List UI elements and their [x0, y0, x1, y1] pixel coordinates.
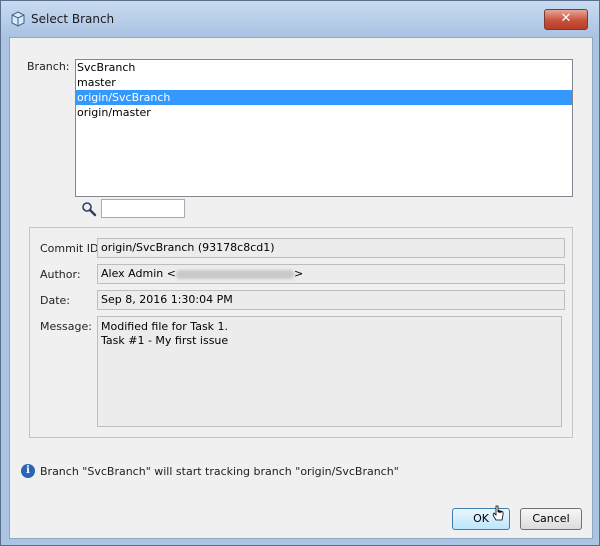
message-line: Modified file for Task 1. [101, 320, 229, 333]
branch-list-item[interactable]: origin/master [76, 105, 572, 120]
author-label: Author: [40, 268, 81, 281]
branch-list-item-selected[interactable]: origin/SvcBranch [76, 90, 572, 105]
message-label: Message: [40, 320, 92, 333]
message-field: Modified file for Task 1. Task #1 - My f… [97, 316, 562, 427]
dialog-body: Branch: SvcBranch master origin/SvcBranc… [9, 37, 593, 539]
redacted-email [175, 269, 294, 279]
info-icon: i [21, 464, 35, 478]
app-cube-icon [11, 11, 25, 27]
author-field: Alex Admin < > [97, 264, 565, 284]
message-line: Task #1 - My first issue [101, 334, 229, 347]
search-icon [82, 202, 97, 217]
date-field: Sep 8, 2016 1:30:04 PM [97, 290, 565, 310]
select-branch-dialog: Select Branch ✕ Branch: SvcBranch master… [0, 0, 600, 546]
window-title: Select Branch [31, 12, 115, 26]
commit-id-label: Commit ID: [40, 242, 103, 255]
branch-list[interactable]: SvcBranch master origin/SvcBranch origin… [75, 59, 573, 197]
tracking-info-text: Branch "SvcBranch" will start tracking b… [40, 465, 399, 478]
title-bar[interactable]: Select Branch ✕ [1, 1, 599, 37]
close-button[interactable]: ✕ [544, 9, 588, 30]
commit-details-panel: Commit ID: origin/SvcBranch (93178c8cd1)… [29, 227, 573, 438]
branch-list-item[interactable]: master [76, 75, 572, 90]
author-email-close: > [293, 267, 304, 280]
cancel-button[interactable]: Cancel [520, 508, 582, 530]
mouse-cursor-icon [492, 505, 504, 521]
branch-label: Branch: [27, 60, 70, 73]
commit-id-field: origin/SvcBranch (93178c8cd1) [97, 238, 565, 258]
branch-filter-input[interactable] [101, 199, 185, 218]
date-label: Date: [40, 294, 70, 307]
author-name: Alex Admin < [101, 267, 176, 280]
branch-list-item[interactable]: SvcBranch [76, 60, 572, 75]
